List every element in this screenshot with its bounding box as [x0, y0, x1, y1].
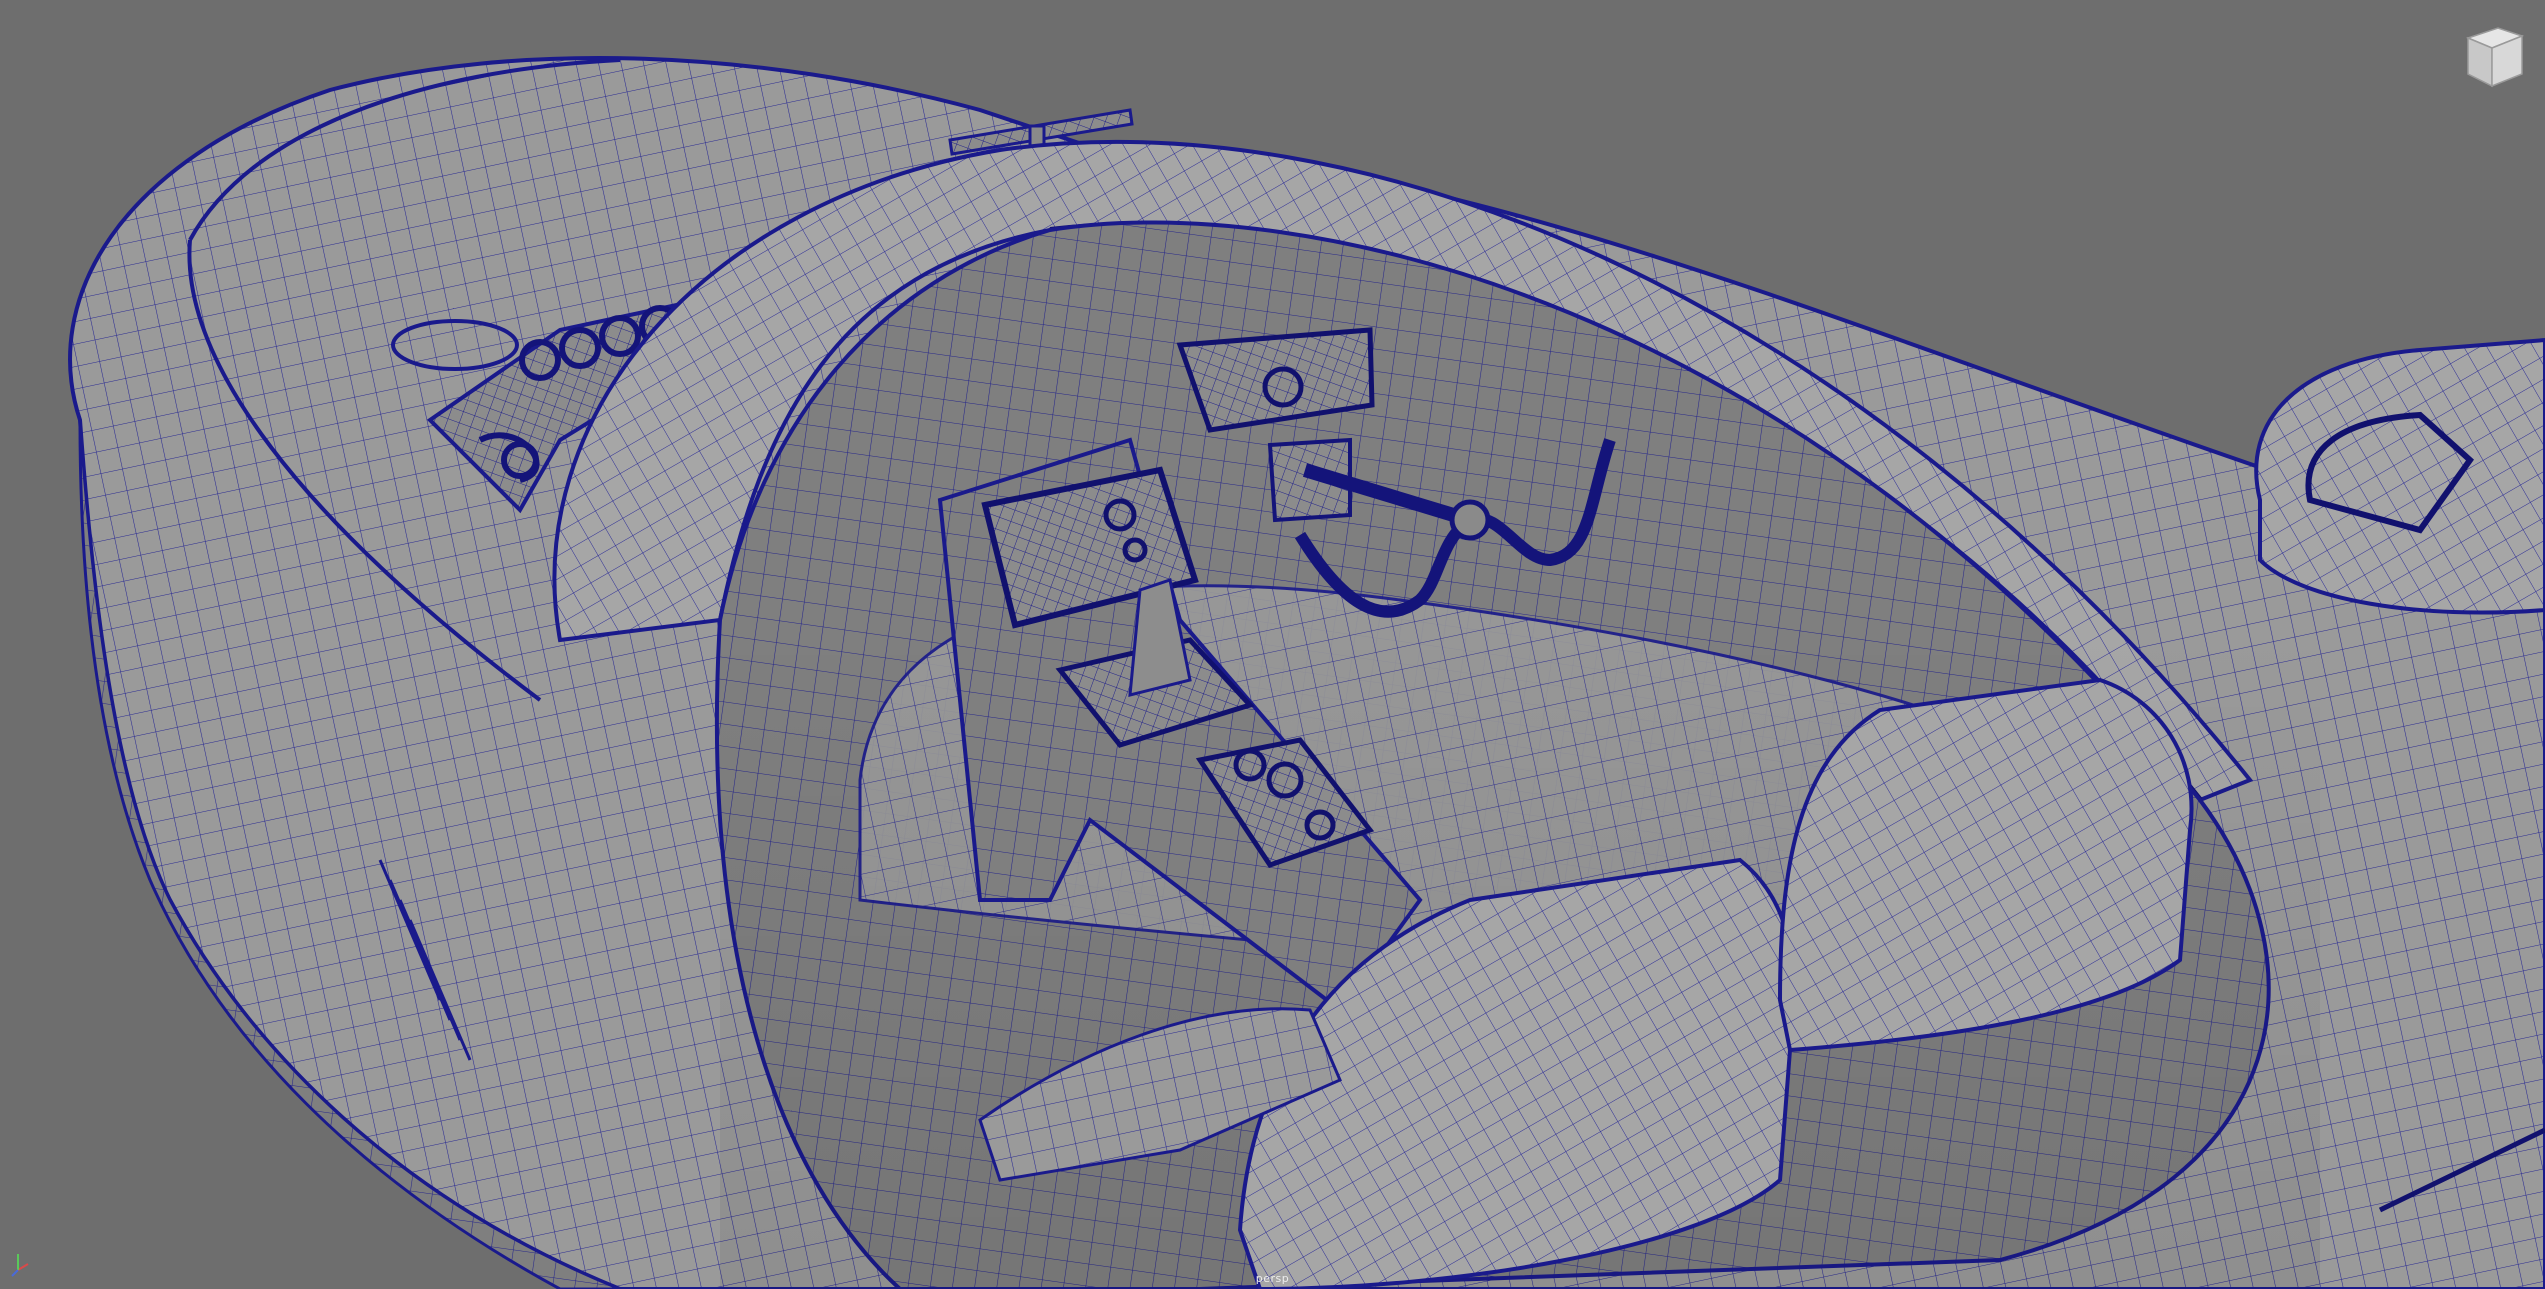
viewcube-icon[interactable]: [2458, 18, 2528, 92]
viewcube[interactable]: [2458, 18, 2528, 92]
scene-render: [68, 56, 2545, 1289]
camera-name-label: persp: [1255, 1272, 1290, 1285]
3d-viewport[interactable]: persp: [0, 0, 2545, 1289]
